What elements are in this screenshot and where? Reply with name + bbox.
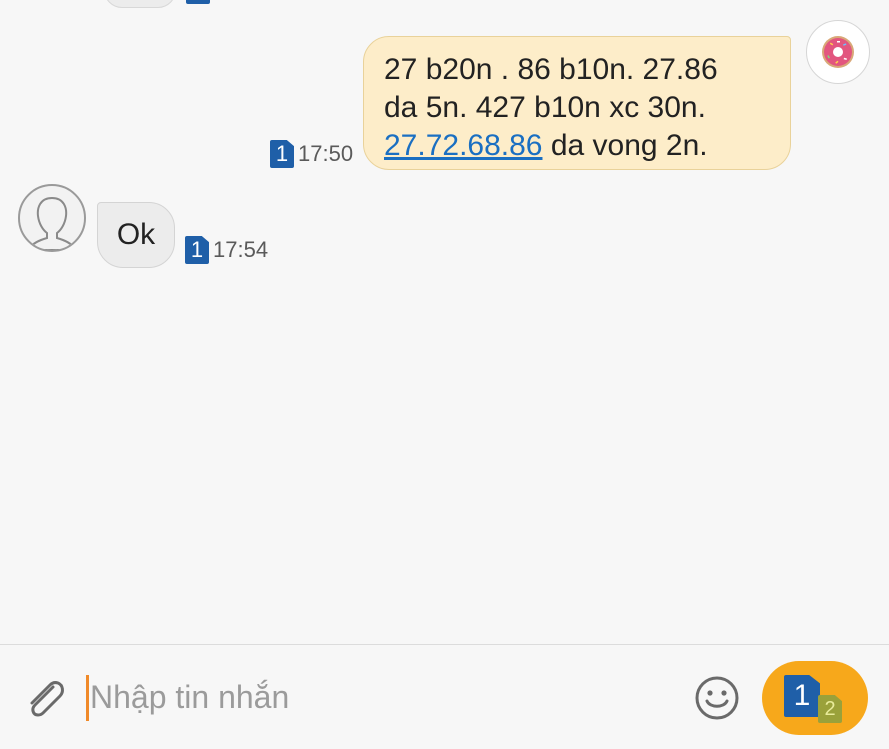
- incoming-message-meta: 1 17:54: [185, 236, 268, 264]
- person-silhouette-icon: [26, 196, 78, 250]
- outgoing-message-meta: 1 17:50: [270, 140, 353, 168]
- contact-avatar[interactable]: [18, 184, 86, 252]
- previous-sim-badge: [186, 0, 210, 4]
- send-sim-2-icon: 2: [818, 695, 842, 723]
- outgoing-message-bubble[interactable]: 27 b20n . 86 b10n. 27.86 da 5n. 427 b10n…: [363, 36, 791, 170]
- text-caret: [86, 675, 89, 721]
- sim-1-badge: 1: [185, 236, 209, 264]
- incoming-message-text: Ok: [116, 218, 156, 251]
- conversation-screen: 1 17:50 27 b20n . 86 b10n. 27.86 da 5n. …: [0, 0, 889, 749]
- message-composer: 1 2: [0, 644, 889, 749]
- message-line-3-suffix: da vong 2n.: [542, 129, 708, 162]
- my-avatar[interactable]: [806, 20, 870, 84]
- smiley-icon: [695, 676, 739, 720]
- message-line-3: 27.72.68.86 da vong 2n.: [384, 127, 772, 165]
- sim-1-badge: 1: [270, 140, 294, 168]
- previous-message-bubble[interactable]: [104, 0, 176, 8]
- send-sim-1-icon: 1: [784, 675, 820, 717]
- message-time: 17:54: [213, 237, 269, 262]
- message-input[interactable]: [90, 671, 670, 723]
- send-button[interactable]: 1 2: [762, 661, 868, 735]
- message-line-2: da 5n. 427 b10n xc 30n.: [384, 91, 706, 124]
- attach-button[interactable]: [22, 673, 72, 723]
- paperclip-icon: [30, 681, 64, 717]
- message-line-1: 27 b20n . 86 b10n. 27.86: [384, 53, 718, 86]
- donut-avatar-icon: [822, 36, 854, 68]
- emoji-button[interactable]: [694, 675, 740, 721]
- incoming-message-bubble[interactable]: Ok: [97, 202, 175, 268]
- message-time: 17:50: [298, 141, 354, 166]
- ip-link[interactable]: 27.72.68.86: [384, 129, 542, 162]
